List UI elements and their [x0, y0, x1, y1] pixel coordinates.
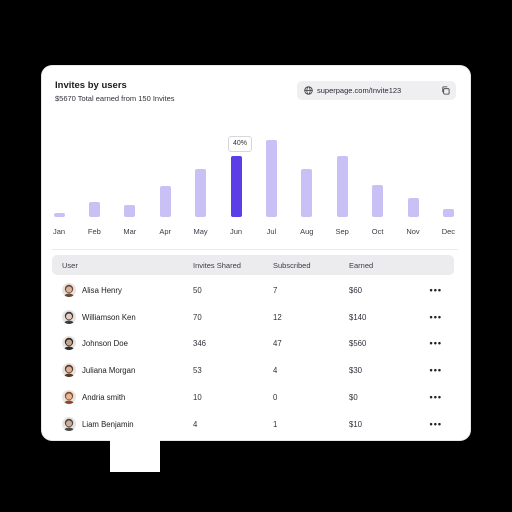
- column-invites-shared: Invites Shared: [193, 261, 241, 270]
- user-name: Williamson Ken: [82, 312, 136, 322]
- chart-bar-oct[interactable]: [372, 185, 384, 217]
- column-earned: Earned: [349, 261, 374, 270]
- chart-bar-nov[interactable]: [407, 198, 419, 217]
- earned-value: $30: [349, 366, 363, 376]
- chart-bar-jun[interactable]: [230, 155, 242, 217]
- user-name: Johnson Doe: [82, 339, 128, 349]
- chart-bar-jan[interactable]: [53, 213, 65, 217]
- table-row[interactable]: Liam Benjamin 4 1 $10 •••: [52, 412, 454, 438]
- chart-bar-apr[interactable]: [159, 186, 171, 217]
- table-header: User Invites Shared Subscribed Earned: [52, 255, 454, 275]
- more-options-icon[interactable]: •••: [430, 392, 442, 402]
- invites-shared-value: 50: [193, 286, 202, 295]
- chart-bar-jul[interactable]: [265, 140, 277, 217]
- month-label-oct: Oct: [371, 227, 384, 236]
- table-row[interactable]: Juliana Morgan 53 4 $30 •••: [52, 358, 454, 384]
- subscribed-value: 0: [273, 392, 278, 402]
- subscribed-value: 4: [273, 366, 278, 376]
- chart-bar-dec[interactable]: [442, 209, 454, 217]
- bar-tooltip: 40%: [228, 136, 252, 152]
- more-options-icon[interactable]: •••: [430, 419, 442, 429]
- chart-bar-sep[interactable]: [336, 155, 348, 217]
- invites-shared-value: 10: [193, 392, 202, 402]
- more-options-icon[interactable]: •••: [430, 338, 442, 348]
- month-label-nov: Nov: [406, 227, 420, 236]
- earned-value: $10: [349, 419, 363, 429]
- subscribed-value: 1: [273, 419, 278, 429]
- month-label-feb: Feb: [87, 227, 101, 236]
- earned-value: $60: [349, 286, 363, 295]
- avatar: [62, 283, 76, 297]
- avatar: [62, 336, 76, 351]
- month-label-jun: Jun: [229, 227, 243, 236]
- chart-divider: [52, 249, 458, 250]
- chart-bar-aug[interactable]: [301, 169, 313, 217]
- column-subscribed: Subscribed: [273, 261, 311, 270]
- chart-bar-mar[interactable]: [124, 205, 136, 217]
- month-label-jul: Jul: [266, 227, 277, 236]
- subscribed-value: 7: [273, 286, 278, 295]
- invites-shared-value: 4: [193, 419, 198, 429]
- user-name: Andria smith: [82, 392, 126, 402]
- month-label-apr: Apr: [159, 227, 172, 236]
- month-label-mar: Mar: [123, 227, 137, 236]
- month-label-sep: Sep: [335, 227, 349, 236]
- more-options-icon[interactable]: •••: [430, 285, 442, 295]
- more-options-icon[interactable]: •••: [430, 365, 442, 375]
- subscribed-value: 47: [273, 339, 282, 349]
- invites-bar-chart: Jan Feb Mar Apr May Jun Jul Aug Sep Oct Nov Dec: [42, 66, 470, 246]
- user-name: Juliana Morgan: [82, 366, 136, 376]
- column-user: User: [62, 261, 78, 270]
- earned-value: $0: [349, 392, 358, 402]
- avatar: [62, 363, 76, 378]
- avatar: [62, 389, 76, 404]
- table-row[interactable]: Andria smith 10 0 $0 •••: [52, 385, 454, 411]
- avatar: [62, 416, 76, 431]
- invites-card: Invites by users $5670 Total earned from…: [42, 66, 470, 440]
- chart-bar-may[interactable]: [195, 169, 207, 217]
- invites-shared-value: 346: [193, 339, 207, 349]
- earned-value: $560: [349, 339, 367, 349]
- month-label-aug: Aug: [300, 227, 314, 236]
- earned-value: $140: [349, 312, 367, 322]
- user-name: Liam Benjamin: [82, 419, 134, 429]
- more-options-icon[interactable]: •••: [430, 312, 442, 322]
- chart-bar-feb[interactable]: [88, 202, 100, 217]
- month-label-jan: Jan: [52, 227, 66, 236]
- table-row[interactable]: Williamson Ken 70 12 $140 •••: [52, 305, 454, 331]
- invites-shared-value: 53: [193, 366, 202, 376]
- subscribed-value: 12: [273, 312, 282, 322]
- month-label-may: May: [193, 227, 208, 236]
- avatar: [62, 309, 76, 324]
- table-row[interactable]: Johnson Doe 346 47 $560 •••: [52, 331, 454, 357]
- bottom-tab: [110, 440, 160, 472]
- month-label-dec: Dec: [441, 227, 456, 236]
- invites-shared-value: 70: [193, 312, 202, 322]
- user-name: Alisa Henry: [82, 286, 122, 295]
- table-row[interactable]: Alisa Henry 50 7 $60 •••: [52, 278, 454, 304]
